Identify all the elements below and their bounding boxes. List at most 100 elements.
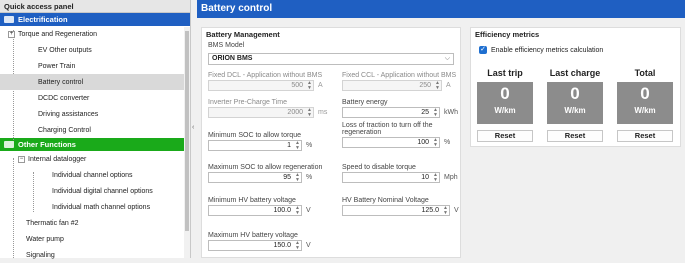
checkbox-checked-icon[interactable]: ✓ [479,46,487,54]
reset-last-trip-button[interactable]: Reset [477,130,533,142]
ev-car-icon [4,16,14,23]
metric-title: Total [634,68,656,78]
tree-item-label: Individual math channel options [52,203,151,211]
tree-item-individual-math-channel[interactable]: Individual math channel options [0,199,190,215]
tree-item-power-train[interactable]: Power Train [0,58,190,74]
reset-total-button[interactable]: Reset [617,130,673,142]
max-hv-field: Maximum HV battery voltage 150.0 ▲ ▼ V [208,232,311,251]
max-hv-input[interactable]: 150.0 ▲ ▼ [208,240,302,251]
tree-item-label: Driving assistances [38,110,99,118]
chevron-down-icon: ⌵ [444,55,450,62]
tree-item-label: Water pump [26,235,64,243]
max-soc-input[interactable]: 95 ▲ ▼ [208,172,302,183]
fixed-ccl-input: 250 ▲ ▼ [342,80,442,91]
efficiency-metrics-section: Efficiency metrics ✓ Enable efficiency m… [470,27,681,147]
tree-item-driving-assistances[interactable]: Driving assistances [0,106,190,122]
nominal-hv-field: HV Battery Nominal Voltage 125.0 ▲ ▼ V [342,197,459,216]
tree-item-dcdc-converter[interactable]: DCDC converter [0,90,190,106]
tree-item-battery-control[interactable]: Battery control [0,74,190,90]
tree-item-label: Signaling [26,251,55,259]
tree-item-signaling[interactable]: Signaling [0,247,190,263]
min-soc-field: Minimum SOC to allow torque 1 ▲ ▼% [208,132,313,151]
loss-traction-label-2: regeneration [342,129,382,136]
max-hv-label: Maximum HV battery voltage [208,232,298,239]
metric-unit: W/km [494,106,516,115]
section-title: Efficiency metrics [475,30,540,39]
section-title: Battery Management [206,30,280,39]
speed-disable-field: Speed to disable torque 10 ▲ ▼ Mph [342,164,458,183]
group-other-functions[interactable]: Other Functions [0,138,190,151]
group-electrification[interactable]: Electrification [0,13,190,26]
metric-title: Last charge [549,68,601,78]
bms-model-select[interactable]: ORION BMS ⌵ [208,53,454,65]
quick-access-panel: Quick access panel Electrification + Tor… [0,0,191,259]
tree-item-charging-control[interactable]: Charging Control [0,122,190,138]
min-hv-label: Minimum HV battery voltage [208,197,296,204]
nominal-hv-input[interactable]: 125.0 ▲ ▼ [342,205,450,216]
speed-disable-label: Speed to disable torque [342,164,416,171]
scrollbar-thumb[interactable] [185,31,189,231]
speed-disable-input[interactable]: 10 ▲ ▼ [342,172,440,183]
tree-item-ev-other-outputs[interactable]: EV Other outputs [0,42,190,58]
tree-item-individual-digital-channel[interactable]: Individual digital channel options [0,183,190,199]
battery-management-section: Battery Management BMS Model ORION BMS ⌵… [201,27,461,258]
expand-plus-icon[interactable]: + [8,30,15,38]
max-soc-field: Maximum SOC to allow regeneration 95 ▲ ▼% [208,164,323,183]
group-label: Electrification [18,15,68,24]
loss-traction-field: Loss of traction to turn off the regener… [342,122,451,148]
tree-item-label: EV Other outputs [38,46,92,54]
sidebar-scrollbar[interactable] [184,27,190,258]
loss-traction-label: Loss of traction to turn off the [342,122,433,129]
tree-item-label: Torque and Regeneration [18,30,98,38]
metric-last-charge: Last charge 0 W/km Reset [547,68,603,142]
tree-item-individual-channel[interactable]: Individual channel options [0,167,190,183]
bms-model-label: BMS Model [208,42,245,49]
reset-last-charge-button[interactable]: Reset [547,130,603,142]
precharge-input: 2000 ▲ ▼ [208,107,314,118]
metric-value: 0 [570,84,580,103]
tree-item-label: Internal datalogger [28,155,87,163]
tree-item-internal-datalogger[interactable]: − Internal datalogger [0,151,190,167]
min-soc-label: Minimum SOC to allow torque [208,132,301,139]
panel-header: Quick access panel [0,0,190,13]
min-hv-field: Minimum HV battery voltage 100.0 ▲ ▼ V [208,197,311,216]
min-hv-input[interactable]: 100.0 ▲ ▼ [208,205,302,216]
precharge-label: Inverter Pre-Charge Time [208,99,287,106]
battery-energy-input[interactable]: 25 ▲ ▼ [342,107,440,118]
metric-value: 0 [500,84,510,103]
metric-tile: 0 W/km [617,82,673,124]
metric-value: 0 [640,84,650,103]
metric-unit: W/km [564,106,586,115]
tree-item-label: Battery control [38,78,84,86]
metric-unit: W/km [634,106,656,115]
fixed-dcl-label: Fixed DCL - Application without BMS [208,72,323,79]
tree-item-label: Thermatic fan #2 [26,219,79,227]
tree-item-label: Charging Control [38,126,91,134]
tree-item-label: Individual digital channel options [52,187,153,195]
battery-energy-label: Battery energy [342,99,388,106]
tree-item-label: DCDC converter [38,94,90,102]
min-soc-input[interactable]: 1 ▲ ▼ [208,140,302,151]
bms-model-value: ORION BMS [212,55,253,62]
tree-item-water-pump[interactable]: Water pump [0,231,190,247]
loss-traction-input[interactable]: 100 ▲ ▼ [342,137,440,148]
tree-item-thermatic-fan-2[interactable]: Thermatic fan #2 [0,215,190,231]
metric-tile: 0 W/km [547,82,603,124]
enable-efficiency-checkbox[interactable]: ✓ Enable efficiency metrics calculation [479,46,603,54]
fixed-dcl-input: 500 ▲ ▼ [208,80,314,91]
enable-efficiency-label: Enable efficiency metrics calculation [491,46,604,54]
max-soc-label: Maximum SOC to allow regeneration [208,164,323,171]
collapse-minus-icon[interactable]: − [18,155,25,163]
nominal-hv-label: HV Battery Nominal Voltage [342,197,429,204]
collapse-left-icon[interactable]: ‹ [192,124,194,131]
precharge-field: Inverter Pre-Charge Time 2000 ▲ ▼ ms [208,99,328,118]
metric-last-trip: Last trip 0 W/km Reset [477,68,533,142]
functions-icon [4,141,14,148]
metric-title: Last trip [487,68,523,78]
tree-item-label: Power Train [38,62,76,70]
fixed-ccl-field: Fixed CCL - Application without BMS 250 ▲… [342,72,457,91]
group-label: Other Functions [18,140,76,149]
battery-energy-field: Battery energy 25 ▲ ▼ kWh [342,99,458,118]
page-title: Battery control [197,0,685,18]
tree-item-torque-regeneration[interactable]: + Torque and Regeneration [0,26,190,42]
